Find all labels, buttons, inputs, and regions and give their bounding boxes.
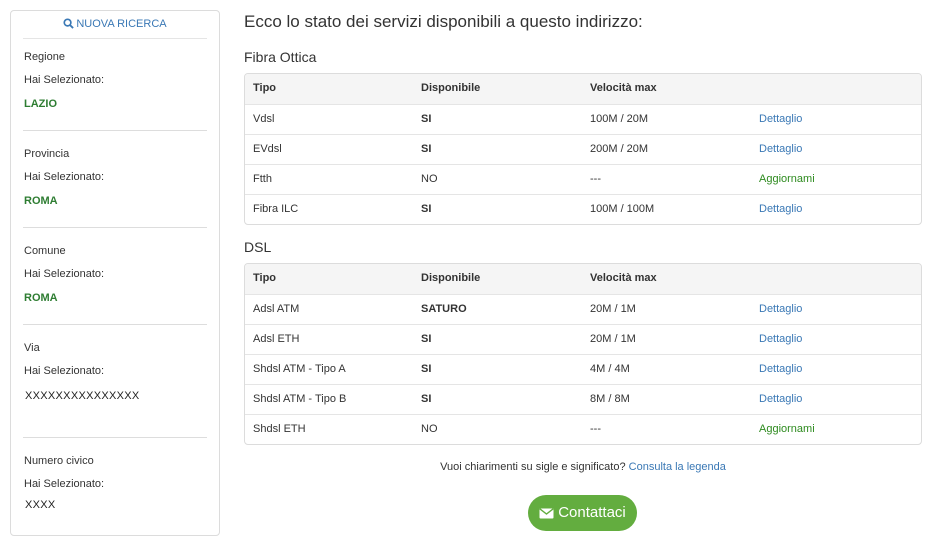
table-row: Adsl ATM SATURO 20M / 1M Dettaglio [245, 294, 921, 324]
column-header-velocita: Velocità max [590, 82, 657, 94]
velocita-cell: 20M / 1M [590, 333, 636, 345]
legend-link[interactable]: Consulta la legenda [629, 461, 726, 473]
comune-selected-label: Hai Selezionato: [24, 268, 105, 280]
fibra-section-title: Fibra Ottica [244, 49, 317, 65]
column-header-velocita: Velocità max [590, 272, 657, 284]
column-header-disponibile: Disponibile [421, 272, 481, 284]
disponibile-cell: SATURO [421, 303, 467, 315]
regione-selected-label: Hai Selezionato: [24, 74, 105, 86]
new-search-link[interactable]: NUOVA RICERCA [23, 17, 207, 39]
tipo-cell: Shdsl ATM - Tipo A [253, 363, 346, 375]
velocita-cell: --- [590, 423, 601, 435]
dsl-table: Tipo Disponibile Velocità max Adsl ATM S… [244, 263, 922, 445]
regione-value: LAZIO [24, 98, 57, 110]
table-header: Tipo Disponibile Velocità max [245, 74, 921, 104]
contact-label: Contattaci [558, 504, 626, 521]
dettaglio-link[interactable]: Dettaglio [759, 295, 802, 324]
velocita-cell: 100M / 100M [590, 203, 655, 215]
velocita-cell: 8M / 8M [590, 393, 630, 405]
column-header-tipo: Tipo [253, 272, 277, 284]
table-row: Vdsl SI 100M / 20M Dettaglio [245, 104, 921, 134]
disponibile-cell: SI [421, 333, 432, 345]
table-row: EVdsl SI 200M / 20M Dettaglio [245, 134, 921, 164]
fibra-table: Tipo Disponibile Velocità max Vdsl SI 10… [244, 73, 922, 225]
disponibile-cell: NO [421, 423, 438, 435]
column-header-tipo: Tipo [253, 82, 277, 94]
numero-civico-selected-label: Hai Selezionato: [24, 478, 105, 490]
legend-help: Vuoi chiarimenti su sigle e significato?… [244, 461, 922, 473]
disponibile-cell: SI [421, 393, 432, 405]
table-row: Fibra ILC SI 100M / 100M Dettaglio [245, 194, 921, 224]
tipo-cell: Ftth [253, 173, 272, 185]
dettaglio-link[interactable]: Dettaglio [759, 385, 802, 414]
comune-value: ROMA [24, 292, 58, 304]
divider [23, 227, 207, 228]
velocita-cell: 20M / 1M [590, 303, 636, 315]
dsl-section-title: DSL [244, 239, 272, 255]
tipo-cell: EVdsl [253, 143, 282, 155]
tipo-cell: Vdsl [253, 113, 275, 125]
provincia-label: Provincia [24, 148, 70, 160]
aggiornami-link[interactable]: Aggiornami [759, 415, 815, 444]
dettaglio-link[interactable]: Dettaglio [759, 195, 802, 224]
dettaglio-link[interactable]: Dettaglio [759, 325, 802, 354]
dettaglio-link[interactable]: Dettaglio [759, 135, 802, 164]
disponibile-cell: SI [421, 363, 432, 375]
disponibile-cell: SI [421, 113, 432, 125]
search-icon [63, 18, 75, 29]
via-value: XXXXXXXXXXXXXXX [25, 390, 140, 402]
table-row: Shdsl ATM - Tipo A SI 4M / 4M Dettaglio [245, 354, 921, 384]
search-sidebar: NUOVA RICERCA Regione Hai Selezionato: L… [10, 10, 220, 536]
page-title: Ecco lo stato dei servizi disponibili a … [244, 12, 643, 31]
disponibile-cell: SI [421, 143, 432, 155]
divider [23, 324, 207, 325]
tipo-cell: Fibra ILC [253, 203, 299, 215]
envelope-icon [539, 508, 554, 519]
tipo-cell: Shdsl ETH [253, 423, 306, 435]
tipo-cell: Adsl ATM [253, 303, 300, 315]
aggiornami-link[interactable]: Aggiornami [759, 165, 815, 194]
velocita-cell: --- [590, 173, 601, 185]
disponibile-cell: SI [421, 203, 432, 215]
velocita-cell: 100M / 20M [590, 113, 649, 125]
divider [23, 130, 207, 131]
provincia-selected-label: Hai Selezionato: [24, 171, 105, 183]
comune-label: Comune [24, 245, 66, 257]
numero-civico-value: XXXX [25, 499, 56, 511]
via-label: Via [24, 342, 40, 354]
new-search-label: NUOVA RICERCA [76, 18, 167, 30]
table-row: Ftth NO --- Aggiornami [245, 164, 921, 194]
disponibile-cell: NO [421, 173, 438, 185]
divider [23, 437, 207, 438]
table-header: Tipo Disponibile Velocità max [245, 264, 921, 294]
dettaglio-link[interactable]: Dettaglio [759, 355, 802, 384]
table-row: Adsl ETH SI 20M / 1M Dettaglio [245, 324, 921, 354]
tipo-cell: Shdsl ATM - Tipo B [253, 393, 347, 405]
velocita-cell: 4M / 4M [590, 363, 630, 375]
table-row: Shdsl ATM - Tipo B SI 8M / 8M Dettaglio [245, 384, 921, 414]
numero-civico-label: Numero civico [24, 455, 94, 467]
regione-label: Regione [24, 51, 65, 63]
contact-button[interactable]: Contattaci [528, 495, 637, 531]
dettaglio-link[interactable]: Dettaglio [759, 105, 802, 134]
tipo-cell: Adsl ETH [253, 333, 300, 345]
provincia-value: ROMA [24, 195, 58, 207]
velocita-cell: 200M / 20M [590, 143, 649, 155]
via-selected-label: Hai Selezionato: [24, 365, 105, 377]
legend-help-text: Vuoi chiarimenti su sigle e significato? [440, 461, 626, 473]
table-row: Shdsl ETH NO --- Aggiornami [245, 414, 921, 444]
column-header-disponibile: Disponibile [421, 82, 481, 94]
